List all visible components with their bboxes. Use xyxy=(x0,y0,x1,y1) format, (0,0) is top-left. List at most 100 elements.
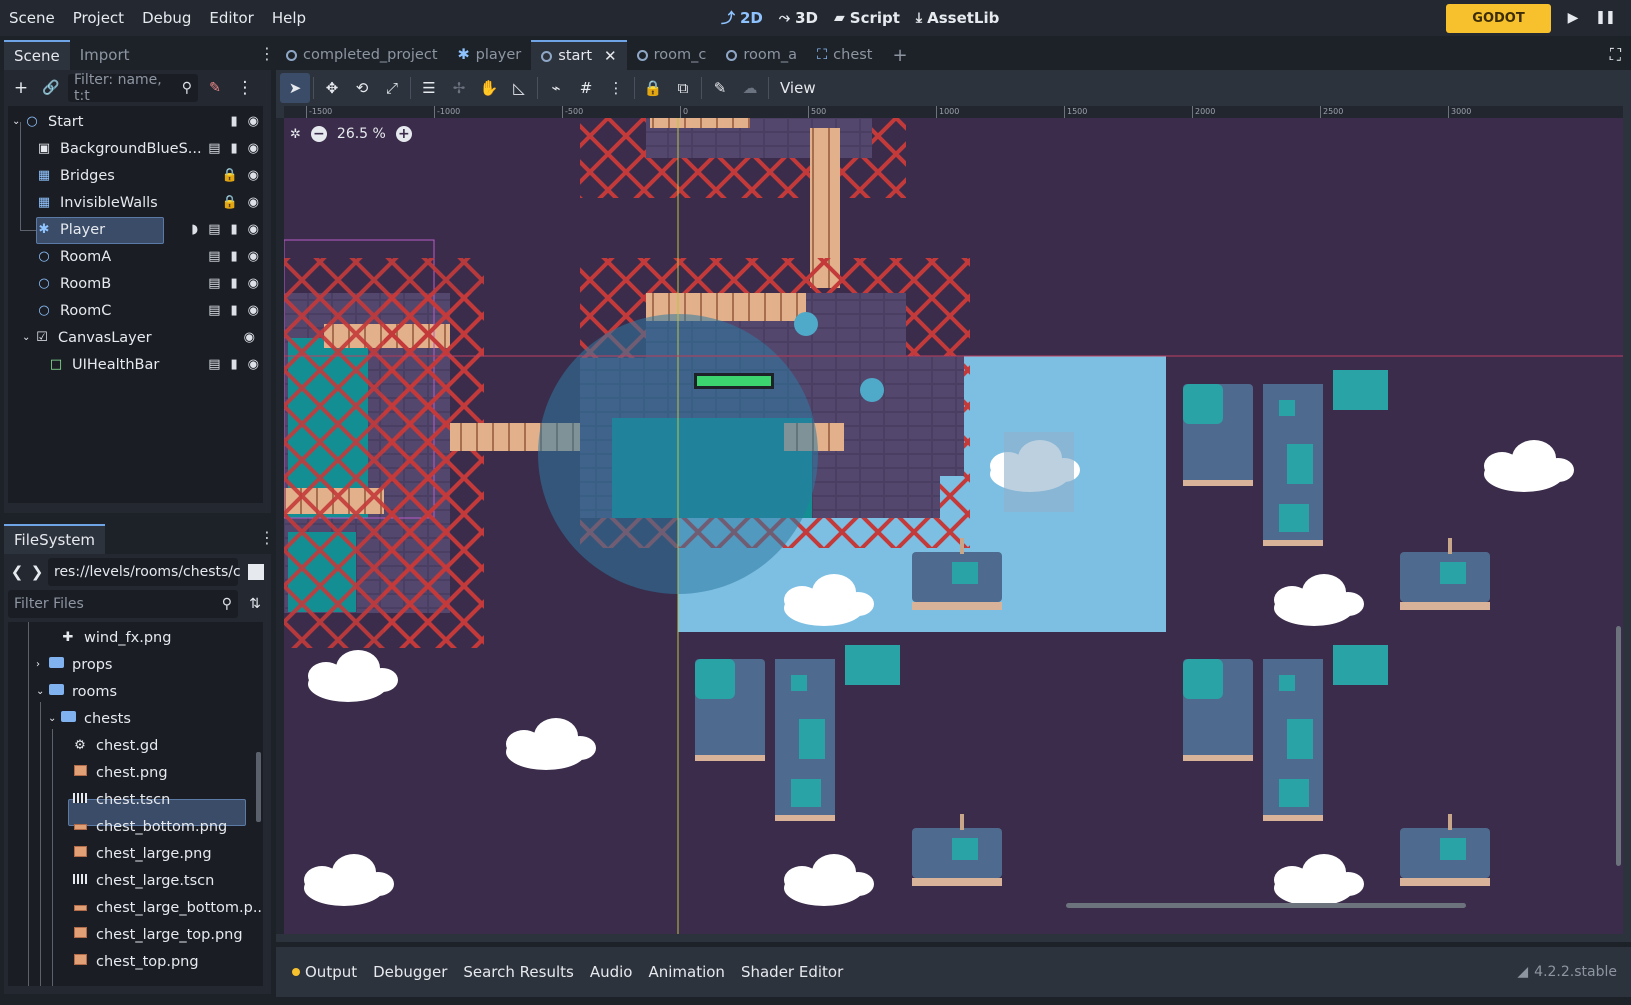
lock-icon[interactable]: 🔒 xyxy=(638,73,668,103)
zoom-out-button[interactable]: − xyxy=(310,126,327,142)
script-icon[interactable]: ▮ xyxy=(231,114,238,129)
script-icon[interactable]: ▮ xyxy=(231,249,238,264)
collapse-arrow-icon[interactable]: ⌄ xyxy=(12,116,24,127)
list-select-icon[interactable]: ☰ xyxy=(414,73,444,103)
file-item[interactable]: chest_bottom.png xyxy=(72,813,227,840)
mode-3d-button[interactable]: ⤳ 3D xyxy=(779,9,818,27)
smart-snap-icon[interactable]: ⌁ xyxy=(541,73,571,103)
group-icon[interactable]: ⧉ xyxy=(668,73,698,103)
sort-icon[interactable]: ⇅ xyxy=(242,596,268,612)
collapse-arrow-icon[interactable]: ⌄ xyxy=(48,713,60,724)
pan-mode-icon[interactable]: ✋ xyxy=(474,73,504,103)
visibility-eye-icon[interactable]: ◉ xyxy=(248,222,259,237)
tab-filesystem[interactable]: FileSystem xyxy=(4,524,106,554)
zoom-level[interactable]: 26.5 % xyxy=(337,126,386,142)
tab-player[interactable]: ✱ player xyxy=(448,40,532,70)
script-icon[interactable]: ▮ xyxy=(231,141,238,156)
scene-clapper-icon[interactable]: ▤ xyxy=(208,141,220,156)
dock-menu-icon[interactable]: ⋮ xyxy=(259,46,275,62)
scene-filter-input[interactable]: Filter: name, t:t ⚲ xyxy=(68,72,198,104)
script-icon[interactable]: ▮ xyxy=(231,222,238,237)
tree-node-start[interactable]: ⌄ ○ Start ▮ ◉ xyxy=(12,108,267,135)
tab-room-c[interactable]: room_c xyxy=(627,40,717,70)
script-icon[interactable]: ▮ xyxy=(231,276,238,291)
view-menu-button[interactable]: View xyxy=(772,73,824,103)
tab-start[interactable]: start ✕ xyxy=(531,40,627,70)
tab-audio[interactable]: Audio xyxy=(582,963,641,981)
scene-options-icon[interactable]: ⋮ xyxy=(232,78,258,98)
add-node-icon[interactable]: + xyxy=(8,78,34,98)
close-icon[interactable]: ✕ xyxy=(604,47,617,65)
tree-node-canvaslayer[interactable]: ⌄ ☑ CanvasLayer ◉ xyxy=(22,324,277,351)
tree-node-backgroundbluesky[interactable]: ▣ BackgroundBlueS... ▤ ▮ ◉ xyxy=(36,135,291,162)
vertical-scrollbar[interactable] xyxy=(1616,626,1621,866)
menu-debug[interactable]: Debug xyxy=(133,0,200,36)
tab-chest[interactable]: ⛶ chest xyxy=(807,40,882,70)
path-field[interactable]: res://levels/rooms/chests/c xyxy=(48,558,241,586)
script-icon[interactable]: ▮ xyxy=(231,357,238,372)
file-item[interactable]: chest.png xyxy=(72,759,168,786)
tree-node-rooma[interactable]: ○ RoomA ▤ ▮ ◉ xyxy=(36,243,291,270)
script-icon[interactable]: ▮ xyxy=(231,303,238,318)
tab-animation[interactable]: Animation xyxy=(640,963,732,981)
tab-debugger[interactable]: Debugger xyxy=(365,963,455,981)
grid-snap-icon[interactable]: # xyxy=(571,73,601,103)
tab-search-results[interactable]: Search Results xyxy=(455,963,581,981)
signal-icon[interactable]: ◗ xyxy=(191,222,198,237)
file-item[interactable]: chest_large_bottom.p... xyxy=(72,894,263,921)
expand-arrow-icon[interactable]: › xyxy=(36,659,48,670)
file-item[interactable]: chest_large_top.png xyxy=(72,921,243,948)
distraction-free-icon[interactable]: ⛶ xyxy=(1610,45,1621,65)
menu-editor[interactable]: Editor xyxy=(200,0,262,36)
add-tab-button[interactable]: + xyxy=(883,40,918,70)
visibility-eye-icon[interactable]: ◉ xyxy=(248,114,259,129)
file-item[interactable]: chest_large.png xyxy=(72,840,212,867)
tab-room-a[interactable]: room_a xyxy=(716,40,807,70)
filter-files-input[interactable]: Filter Files ⚲ xyxy=(8,590,238,618)
split-view-icon[interactable] xyxy=(248,564,264,580)
scene-clapper-icon[interactable]: ▤ xyxy=(208,303,220,318)
visibility-eye-icon[interactable]: ◉ xyxy=(248,141,259,156)
bake-cpu-icon[interactable]: ☁ xyxy=(735,73,765,103)
menu-project[interactable]: Project xyxy=(64,0,133,36)
dock-menu-icon[interactable]: ⋮ xyxy=(259,530,275,546)
file-item[interactable]: ⚙ chest.gd xyxy=(72,732,158,759)
tab-import[interactable]: Import xyxy=(70,40,140,70)
tab-shader-editor[interactable]: Shader Editor xyxy=(733,963,851,981)
collapse-arrow-icon[interactable]: ⌄ xyxy=(36,686,48,697)
visibility-eye-icon[interactable]: ◉ xyxy=(244,330,255,345)
move-mode-icon[interactable]: ✥ xyxy=(317,73,347,103)
tab-completed-project[interactable]: completed_project xyxy=(276,40,448,70)
folder-item[interactable]: ⌄ rooms xyxy=(36,678,117,705)
rotate-mode-icon[interactable]: ⟲ xyxy=(347,73,377,103)
tree-node-invisiblewalls[interactable]: ▦ InvisibleWalls 🔒 ◉ xyxy=(36,189,291,216)
scene-clapper-icon[interactable]: ▤ xyxy=(208,249,220,264)
scale-mode-icon[interactable]: ⤢ xyxy=(377,73,407,103)
menu-help[interactable]: Help xyxy=(263,0,315,36)
instantiate-scene-icon[interactable]: 🔗 xyxy=(38,80,64,96)
pivot-mode-icon[interactable]: ✢ xyxy=(444,73,474,103)
back-arrow-icon[interactable]: ❮ xyxy=(8,563,26,581)
tree-node-roomc[interactable]: ○ RoomC ▤ ▮ ◉ xyxy=(36,297,291,324)
mode-script-button[interactable]: ▰ Script xyxy=(834,9,900,27)
play-icon[interactable]: ▶ xyxy=(1562,6,1584,30)
scene-clapper-icon[interactable]: ▤ xyxy=(208,276,220,291)
tree-node-roomb[interactable]: ○ RoomB ▤ ▮ ◉ xyxy=(36,270,291,297)
visibility-eye-icon[interactable]: ◉ xyxy=(248,249,259,264)
godot-tours-button[interactable]: GODOT TOURS xyxy=(1446,4,1551,55)
tree-node-bridges[interactable]: ▦ Bridges 🔒 ◉ xyxy=(36,162,291,189)
skeleton-icon[interactable]: ✎ xyxy=(705,73,735,103)
folder-item[interactable]: ⌄ chests xyxy=(48,705,131,732)
ruler-mode-icon[interactable]: ◺ xyxy=(504,73,534,103)
pause-icon[interactable]: ❚❚ xyxy=(1594,6,1616,30)
lock-icon[interactable]: 🔒 xyxy=(221,195,237,210)
scrollbar[interactable] xyxy=(256,752,261,822)
horizontal-scrollbar[interactable] xyxy=(1066,903,1466,908)
zoom-in-button[interactable]: + xyxy=(395,126,412,142)
scene-clapper-icon[interactable]: ▤ xyxy=(208,222,220,237)
visibility-eye-icon[interactable]: ◉ xyxy=(248,357,259,372)
menu-scene[interactable]: Scene xyxy=(0,0,64,36)
tree-node-player[interactable]: ✱ Player ◗ ▤ ▮ ◉ xyxy=(36,216,291,243)
lock-icon[interactable]: 🔒 xyxy=(221,168,237,183)
collapse-arrow-icon[interactable]: ⌄ xyxy=(22,332,34,343)
